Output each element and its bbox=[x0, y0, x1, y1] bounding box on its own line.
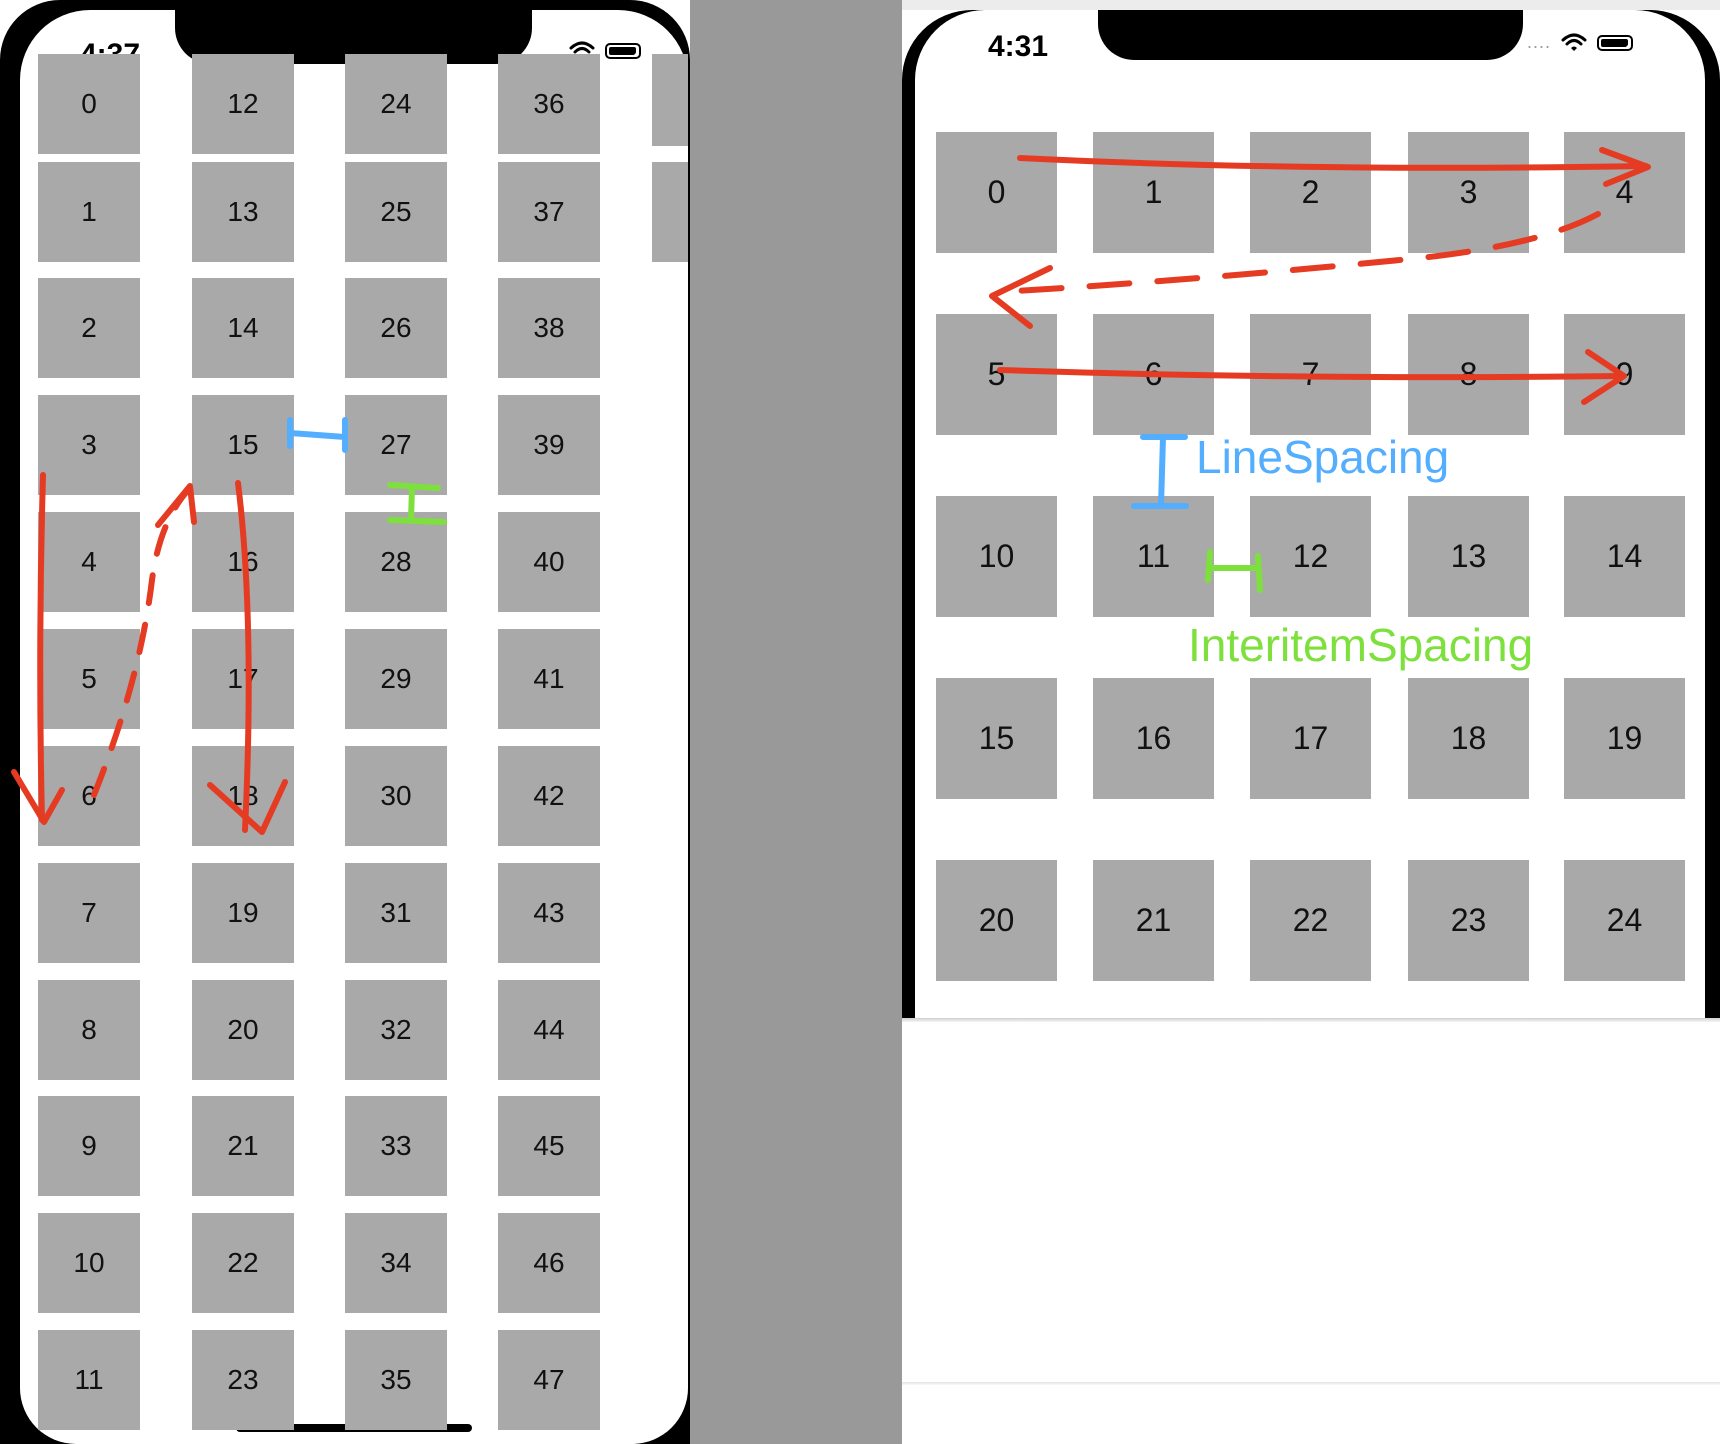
right-grid-cell[interactable]: 0 bbox=[936, 132, 1057, 253]
left-grid-cell[interactable]: 28 bbox=[345, 512, 447, 612]
left-grid-cell[interactable]: 27 bbox=[345, 395, 447, 495]
left-grid-cell[interactable]: 6 bbox=[38, 746, 140, 846]
right-grid-cell[interactable]: 11 bbox=[1093, 496, 1214, 617]
left-grid-cell-partial bbox=[652, 162, 688, 262]
left-grid-cell[interactable]: 15 bbox=[192, 395, 294, 495]
left-grid-cell[interactable]: 44 bbox=[498, 980, 600, 1080]
left-grid-cell[interactable]: 2 bbox=[38, 278, 140, 378]
interitem-spacing-label: InteritemSpacing bbox=[1188, 619, 1534, 671]
left-grid-cell[interactable]: 24 bbox=[345, 54, 447, 154]
right-grid-cell[interactable]: 4 bbox=[1564, 132, 1685, 253]
wifi-icon bbox=[1561, 33, 1587, 51]
battery-icon bbox=[605, 42, 642, 59]
right-grid-cell[interactable]: 15 bbox=[936, 678, 1057, 799]
left-grid-cell[interactable]: 5 bbox=[38, 629, 140, 729]
right-status-time: 4:31 bbox=[988, 30, 1049, 63]
left-grid-cell[interactable]: 47 bbox=[498, 1330, 600, 1430]
right-grid-cell[interactable]: 24 bbox=[1564, 860, 1685, 981]
left-grid-cell[interactable]: 11 bbox=[38, 1330, 140, 1430]
left-grid-cell[interactable]: 26 bbox=[345, 278, 447, 378]
right-grid-cell[interactable]: 13 bbox=[1408, 496, 1529, 617]
left-grid-cell[interactable]: 9 bbox=[38, 1096, 140, 1196]
left-grid-cell[interactable]: 0 bbox=[38, 54, 140, 154]
right-grid-cell[interactable]: 12 bbox=[1250, 496, 1371, 617]
right-grid-cell[interactable]: 2 bbox=[1250, 132, 1371, 253]
left-grid-cell[interactable]: 3 bbox=[38, 395, 140, 495]
left-grid-cell[interactable]: 22 bbox=[192, 1213, 294, 1313]
left-grid-cell[interactable]: 30 bbox=[345, 746, 447, 846]
left-grid-cell[interactable]: 32 bbox=[345, 980, 447, 1080]
left-grid-cell[interactable]: 13 bbox=[192, 162, 294, 262]
right-grid-cell[interactable]: 3 bbox=[1408, 132, 1529, 253]
right-grid-cell[interactable]: 10 bbox=[936, 496, 1057, 617]
left-grid-cell[interactable]: 38 bbox=[498, 278, 600, 378]
left-grid-cell[interactable]: 37 bbox=[498, 162, 600, 262]
left-grid-cell[interactable]: 34 bbox=[345, 1213, 447, 1313]
left-grid-cell[interactable]: 41 bbox=[498, 629, 600, 729]
left-grid-cell[interactable]: 45 bbox=[498, 1096, 600, 1196]
left-grid-cell[interactable]: 31 bbox=[345, 863, 447, 963]
left-grid-cell[interactable]: 33 bbox=[345, 1096, 447, 1196]
left-grid-cell[interactable]: 46 bbox=[498, 1213, 600, 1313]
right-grid-cell[interactable]: 5 bbox=[936, 314, 1057, 435]
right-grid-cell[interactable]: 23 bbox=[1408, 860, 1529, 981]
right-grid-cell[interactable]: 21 bbox=[1093, 860, 1214, 981]
left-grid-cell[interactable]: 14 bbox=[192, 278, 294, 378]
right-grid-cell[interactable]: 1 bbox=[1093, 132, 1214, 253]
right-status-icons: .... bbox=[1527, 32, 1634, 53]
right-grid-cell[interactable]: 18 bbox=[1408, 678, 1529, 799]
right-grid-cell[interactable]: 6 bbox=[1093, 314, 1214, 435]
left-grid-cell[interactable]: 42 bbox=[498, 746, 600, 846]
left-grid-cell[interactable]: 40 bbox=[498, 512, 600, 612]
left-grid-cell[interactable]: 39 bbox=[498, 395, 600, 495]
left-grid-cell[interactable]: 8 bbox=[38, 980, 140, 1080]
right-grid-cell[interactable]: 7 bbox=[1250, 314, 1371, 435]
right-grid-cell[interactable]: 9 bbox=[1564, 314, 1685, 435]
left-grid-cell[interactable]: 43 bbox=[498, 863, 600, 963]
right-canvas-top-edge bbox=[902, 0, 1720, 10]
right-phone-notch bbox=[1098, 10, 1523, 60]
left-grid-cell[interactable]: 10 bbox=[38, 1213, 140, 1313]
left-grid-cell[interactable]: 23 bbox=[192, 1330, 294, 1430]
right-grid-cell[interactable]: 17 bbox=[1250, 678, 1371, 799]
battery-icon bbox=[1597, 34, 1634, 51]
left-grid-cell[interactable]: 1 bbox=[38, 162, 140, 262]
right-window-shadow bbox=[902, 1018, 1720, 1022]
left-grid-cell[interactable]: 20 bbox=[192, 980, 294, 1080]
right-canvas-bottom-edge bbox=[902, 1382, 1720, 1385]
left-grid-cell[interactable]: 17 bbox=[192, 629, 294, 729]
left-grid-cell[interactable]: 36 bbox=[498, 54, 600, 154]
left-grid-cell[interactable]: 18 bbox=[192, 746, 294, 846]
right-grid-cell[interactable]: 22 bbox=[1250, 860, 1371, 981]
right-grid-cell[interactable]: 19 bbox=[1564, 678, 1685, 799]
left-grid-cell[interactable]: 25 bbox=[345, 162, 447, 262]
left-grid-cell[interactable]: 35 bbox=[345, 1330, 447, 1430]
right-grid-cell[interactable]: 20 bbox=[936, 860, 1057, 981]
left-grid-cell[interactable]: 7 bbox=[38, 863, 140, 963]
left-grid-cell[interactable]: 4 bbox=[38, 512, 140, 612]
right-grid-cell[interactable]: 14 bbox=[1564, 496, 1685, 617]
left-grid-cell-partial bbox=[652, 54, 688, 146]
cellular-signal-icon: .... bbox=[1527, 32, 1552, 52]
right-grid-cell[interactable]: 8 bbox=[1408, 314, 1529, 435]
left-grid-cell[interactable]: 21 bbox=[192, 1096, 294, 1196]
left-grid-cell[interactable]: 12 bbox=[192, 54, 294, 154]
left-grid-cell[interactable]: 29 bbox=[345, 629, 447, 729]
right-grid-cell[interactable]: 16 bbox=[1093, 678, 1214, 799]
left-grid-cell[interactable]: 19 bbox=[192, 863, 294, 963]
left-grid-cell[interactable]: 16 bbox=[192, 512, 294, 612]
gray-backdrop bbox=[690, 0, 902, 1444]
line-spacing-label: LineSpacing bbox=[1196, 431, 1450, 483]
